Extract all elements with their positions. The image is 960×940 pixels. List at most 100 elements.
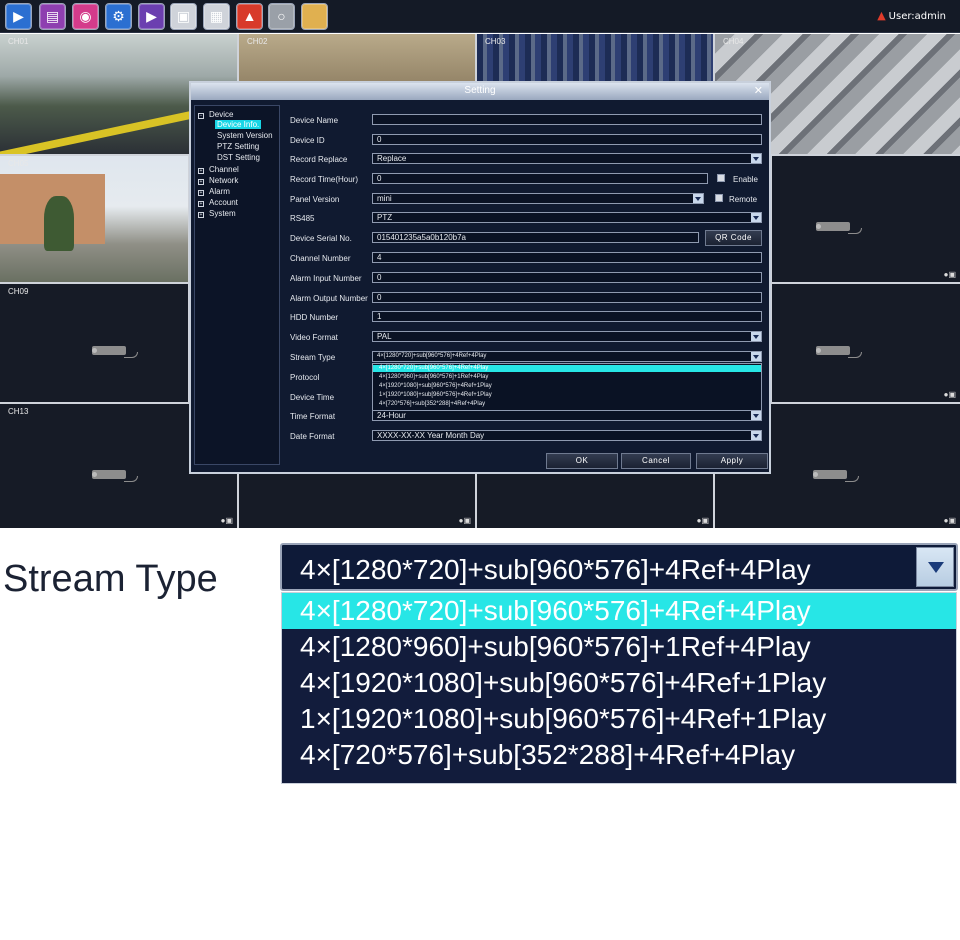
dropdown-arrow-icon[interactable]	[916, 547, 954, 587]
dialog-title: Setting	[464, 85, 496, 96]
user-info[interactable]: ▲ User:admin	[877, 9, 946, 22]
channel-tile[interactable]: ●▣	[772, 284, 960, 402]
device-name-input[interactable]	[372, 114, 762, 125]
dropdown-arrow-icon[interactable]	[693, 194, 703, 203]
panel-version-select[interactable]: mini	[372, 193, 704, 204]
dropdown-arrow-icon[interactable]	[751, 332, 761, 341]
stream-option[interactable]: 4×[1280*720]+sub[960*576]+4Ref+4Play	[282, 593, 956, 629]
collapse-icon[interactable]: −	[198, 113, 204, 119]
stream-option[interactable]: 4×[720*576]+sub[352*288]+4Ref+4Play	[282, 737, 956, 773]
channel-tile[interactable]: CH05	[0, 156, 188, 282]
remote-label: Remote	[729, 195, 758, 204]
rs485-select[interactable]: PTZ	[372, 212, 762, 223]
stream-option[interactable]: 4×[1280*720]+sub[960*576]+4Ref+4Play	[373, 365, 761, 372]
tree-node-device-info[interactable]: Device Info.	[215, 120, 262, 129]
recording-icon[interactable]: ◉	[72, 3, 99, 30]
zoom-stream-type-select[interactable]: 4×[1280*720]+sub[960*576]+4Ref+4Play	[280, 543, 958, 591]
channel-tile[interactable]: CH09	[0, 284, 188, 402]
ok-button[interactable]: OK	[546, 453, 618, 469]
dropdown-arrow-icon[interactable]	[751, 411, 761, 420]
tree-node-account[interactable]: + Account	[198, 198, 238, 207]
expand-icon[interactable]: +	[198, 190, 204, 196]
alarm-output-label: Alarm Output Number	[290, 294, 368, 303]
select-value: PAL	[377, 332, 392, 341]
camera-icon	[816, 344, 862, 358]
record-replace-select[interactable]: Replace	[372, 153, 762, 164]
alarm-output-input[interactable]: 0	[372, 292, 762, 303]
select-value: mini	[377, 194, 392, 203]
serial-input[interactable]: 015401235a5a0b120b7a	[372, 232, 699, 243]
time-format-select[interactable]: 24-Hour	[372, 410, 762, 421]
multiscreen-icon[interactable]: ▤	[39, 3, 66, 30]
stream-type-select[interactable]: 4×[1280*720]+sub[960*576]+4Ref+4Play	[372, 351, 762, 362]
settings-tree: − Device Device Info. System Version PTZ …	[194, 105, 280, 465]
channel-label: CH02	[247, 37, 268, 46]
cancel-button[interactable]: Cancel	[621, 453, 691, 469]
enable-label: Enable	[733, 175, 758, 184]
backup-icon[interactable]: ▣	[170, 3, 197, 30]
device-time-label: Device Time	[290, 393, 335, 402]
channel-label: CH04	[723, 37, 744, 46]
tree-node-system[interactable]: + System	[198, 209, 236, 218]
tree-node-dst-setting[interactable]: DST Setting	[217, 153, 260, 162]
dropdown-arrow-icon[interactable]	[751, 213, 761, 222]
camera-icon	[92, 468, 138, 482]
date-format-select[interactable]: XXXX-XX-XX Year Month Day	[372, 430, 762, 441]
channel-number-label: Channel Number	[290, 254, 351, 263]
dropdown-arrow-icon[interactable]	[751, 154, 761, 163]
select-value: XXXX-XX-XX Year Month Day	[377, 431, 485, 440]
expand-icon[interactable]: +	[198, 179, 204, 185]
user-label: User:admin	[888, 11, 946, 22]
alarm-input-input[interactable]: 0	[372, 272, 762, 283]
settings-icon[interactable]: ⚙	[105, 3, 132, 30]
top-toolbar: ▶ ▤ ◉ ⚙ ▶ ▣ ▦ ▲ ○ ▲ User:admin	[0, 0, 960, 33]
stream-option[interactable]: 4×[720*576]+sub[352*288]+4Ref+4Play	[373, 401, 761, 408]
expand-icon[interactable]: +	[198, 168, 204, 174]
dialog-titlebar[interactable]: Setting ✕	[191, 83, 769, 100]
stream-option[interactable]: 4×[1280*960]+sub[960*576]+1Ref+4Play	[373, 374, 761, 381]
tree-node-alarm[interactable]: + Alarm	[198, 187, 230, 196]
select-value: PTZ	[377, 213, 393, 222]
playback-icon[interactable]: ▶	[138, 3, 165, 30]
record-clapper-icon[interactable]: ▦	[203, 3, 230, 30]
setting-dialog: Setting ✕ − Device Device Info. System Ve…	[189, 81, 771, 474]
tree-node-ptz-setting[interactable]: PTZ Setting	[217, 142, 259, 151]
stream-option[interactable]: 1×[1920*1080]+sub[960*576]+4Ref+1Play	[282, 701, 956, 737]
logo-icon[interactable]: ▶	[5, 3, 32, 30]
stream-option[interactable]: 1×[1920*1080]+sub[960*576]+4Ref+1Play	[373, 392, 761, 399]
hdd-icon[interactable]: ○	[268, 3, 295, 30]
channel-tile[interactable]: ●▣	[772, 156, 960, 282]
record-time-input[interactable]: 0	[372, 173, 708, 184]
video-format-select[interactable]: PAL	[372, 331, 762, 342]
device-name-label: Device Name	[290, 116, 339, 125]
dropdown-arrow-icon[interactable]	[751, 352, 761, 361]
hdd-number-input[interactable]: 1	[372, 311, 762, 322]
channel-label: CH05	[8, 159, 29, 168]
enable-checkbox[interactable]	[717, 174, 725, 182]
tree-node-system-version[interactable]: System Version	[217, 131, 273, 140]
expand-icon[interactable]: +	[198, 212, 204, 218]
alarm-icon[interactable]: ▲	[236, 3, 263, 30]
device-id-input[interactable]: 0	[372, 134, 762, 145]
stream-option[interactable]: 4×[1920*1080]+sub[960*576]+4Ref+1Play	[282, 665, 956, 701]
stream-option[interactable]: 4×[1920*1080]+sub[960*576]+4Ref+1Play	[373, 383, 761, 390]
tree-node-device[interactable]: − Device	[198, 110, 233, 119]
record-status-icon: ●▣	[943, 270, 956, 279]
hdd-number-label: HDD Number	[290, 313, 339, 322]
apply-button[interactable]: Apply	[696, 453, 768, 469]
remote-checkbox[interactable]	[715, 194, 723, 202]
channel-number-input[interactable]: 4	[372, 252, 762, 263]
channel-label: CH13	[8, 407, 29, 416]
stream-type-options: 4×[1280*720]+sub[960*576]+4Ref+4Play 4×[…	[372, 363, 762, 411]
tree-node-channel[interactable]: + Channel	[198, 165, 239, 174]
close-icon[interactable]: ✕	[754, 84, 763, 97]
tree-node-network[interactable]: + Network	[198, 176, 238, 185]
expand-icon[interactable]: +	[198, 201, 204, 207]
qr-code-button[interactable]: QR Code	[705, 230, 762, 246]
dropdown-arrow-icon[interactable]	[751, 431, 761, 440]
blank-icon[interactable]	[301, 3, 328, 30]
dvr-screen: ▶ ▤ ◉ ⚙ ▶ ▣ ▦ ▲ ○ ▲ User:admin CH01 CH02 …	[0, 0, 960, 940]
stream-option[interactable]: 4×[1280*960]+sub[960*576]+1Ref+4Play	[282, 629, 956, 665]
record-replace-label: Record Replace	[290, 155, 348, 164]
video-format-label: Video Format	[290, 333, 338, 342]
